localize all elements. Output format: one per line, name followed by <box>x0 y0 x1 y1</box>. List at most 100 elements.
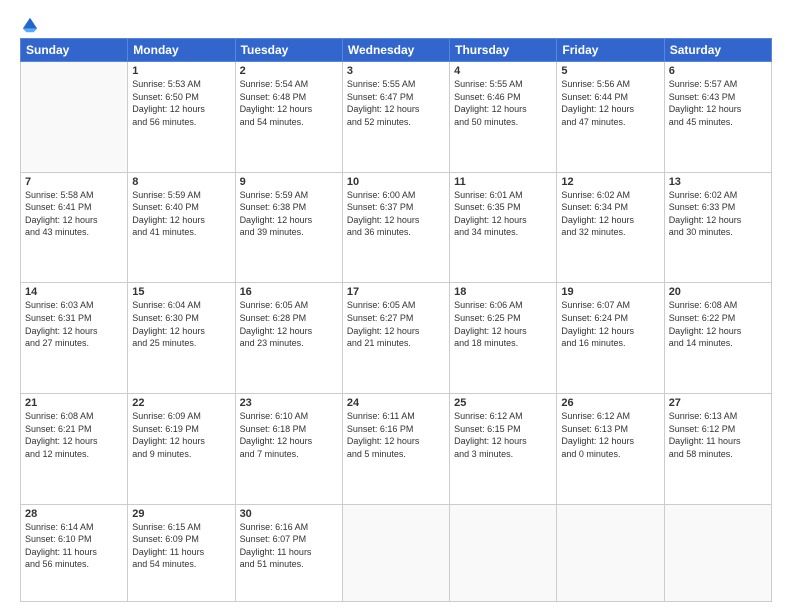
weekday-header-saturday: Saturday <box>664 39 771 62</box>
calendar-week-row: 21Sunrise: 6:08 AM Sunset: 6:21 PM Dayli… <box>21 393 772 504</box>
day-number: 14 <box>25 286 123 298</box>
calendar-cell: 9Sunrise: 5:59 AM Sunset: 6:38 PM Daylig… <box>235 172 342 283</box>
calendar-cell: 7Sunrise: 5:58 AM Sunset: 6:41 PM Daylig… <box>21 172 128 283</box>
day-info: Sunrise: 6:02 AM Sunset: 6:34 PM Dayligh… <box>561 189 659 239</box>
day-number: 18 <box>454 286 552 298</box>
day-info: Sunrise: 5:59 AM Sunset: 6:38 PM Dayligh… <box>240 189 338 239</box>
calendar-week-row: 1Sunrise: 5:53 AM Sunset: 6:50 PM Daylig… <box>21 62 772 173</box>
calendar-cell: 27Sunrise: 6:13 AM Sunset: 6:12 PM Dayli… <box>664 393 771 504</box>
day-number: 28 <box>25 508 123 520</box>
weekday-header-thursday: Thursday <box>450 39 557 62</box>
day-number: 22 <box>132 397 230 409</box>
day-number: 9 <box>240 176 338 188</box>
calendar-cell <box>450 504 557 601</box>
day-number: 26 <box>561 397 659 409</box>
day-number: 17 <box>347 286 445 298</box>
day-info: Sunrise: 6:05 AM Sunset: 6:28 PM Dayligh… <box>240 299 338 349</box>
calendar-week-row: 14Sunrise: 6:03 AM Sunset: 6:31 PM Dayli… <box>21 283 772 394</box>
day-number: 1 <box>132 65 230 77</box>
weekday-header-monday: Monday <box>128 39 235 62</box>
day-info: Sunrise: 6:12 AM Sunset: 6:13 PM Dayligh… <box>561 410 659 460</box>
day-info: Sunrise: 5:57 AM Sunset: 6:43 PM Dayligh… <box>669 78 767 128</box>
calendar-cell: 13Sunrise: 6:02 AM Sunset: 6:33 PM Dayli… <box>664 172 771 283</box>
calendar-cell <box>342 504 449 601</box>
calendar-cell: 30Sunrise: 6:16 AM Sunset: 6:07 PM Dayli… <box>235 504 342 601</box>
day-number: 6 <box>669 65 767 77</box>
day-info: Sunrise: 6:04 AM Sunset: 6:30 PM Dayligh… <box>132 299 230 349</box>
calendar-cell: 24Sunrise: 6:11 AM Sunset: 6:16 PM Dayli… <box>342 393 449 504</box>
calendar-cell: 12Sunrise: 6:02 AM Sunset: 6:34 PM Dayli… <box>557 172 664 283</box>
day-number: 23 <box>240 397 338 409</box>
calendar-cell: 5Sunrise: 5:56 AM Sunset: 6:44 PM Daylig… <box>557 62 664 173</box>
day-number: 21 <box>25 397 123 409</box>
day-info: Sunrise: 6:11 AM Sunset: 6:16 PM Dayligh… <box>347 410 445 460</box>
weekday-header-wednesday: Wednesday <box>342 39 449 62</box>
calendar-cell: 28Sunrise: 6:14 AM Sunset: 6:10 PM Dayli… <box>21 504 128 601</box>
calendar-cell: 4Sunrise: 5:55 AM Sunset: 6:46 PM Daylig… <box>450 62 557 173</box>
calendar-cell: 26Sunrise: 6:12 AM Sunset: 6:13 PM Dayli… <box>557 393 664 504</box>
day-number: 11 <box>454 176 552 188</box>
calendar-cell: 29Sunrise: 6:15 AM Sunset: 6:09 PM Dayli… <box>128 504 235 601</box>
day-info: Sunrise: 6:00 AM Sunset: 6:37 PM Dayligh… <box>347 189 445 239</box>
weekday-header-friday: Friday <box>557 39 664 62</box>
calendar-cell <box>21 62 128 173</box>
day-info: Sunrise: 6:10 AM Sunset: 6:18 PM Dayligh… <box>240 410 338 460</box>
calendar-cell: 2Sunrise: 5:54 AM Sunset: 6:48 PM Daylig… <box>235 62 342 173</box>
day-number: 27 <box>669 397 767 409</box>
day-info: Sunrise: 6:03 AM Sunset: 6:31 PM Dayligh… <box>25 299 123 349</box>
calendar-cell: 11Sunrise: 6:01 AM Sunset: 6:35 PM Dayli… <box>450 172 557 283</box>
calendar-week-row: 7Sunrise: 5:58 AM Sunset: 6:41 PM Daylig… <box>21 172 772 283</box>
day-info: Sunrise: 6:16 AM Sunset: 6:07 PM Dayligh… <box>240 521 338 571</box>
day-info: Sunrise: 6:15 AM Sunset: 6:09 PM Dayligh… <box>132 521 230 571</box>
day-info: Sunrise: 6:08 AM Sunset: 6:21 PM Dayligh… <box>25 410 123 460</box>
calendar-cell: 20Sunrise: 6:08 AM Sunset: 6:22 PM Dayli… <box>664 283 771 394</box>
day-info: Sunrise: 6:07 AM Sunset: 6:24 PM Dayligh… <box>561 299 659 349</box>
calendar-cell: 22Sunrise: 6:09 AM Sunset: 6:19 PM Dayli… <box>128 393 235 504</box>
day-number: 15 <box>132 286 230 298</box>
calendar-table: SundayMondayTuesdayWednesdayThursdayFrid… <box>20 38 772 602</box>
calendar-cell: 6Sunrise: 5:57 AM Sunset: 6:43 PM Daylig… <box>664 62 771 173</box>
day-number: 30 <box>240 508 338 520</box>
calendar-cell: 23Sunrise: 6:10 AM Sunset: 6:18 PM Dayli… <box>235 393 342 504</box>
day-info: Sunrise: 6:08 AM Sunset: 6:22 PM Dayligh… <box>669 299 767 349</box>
calendar-cell: 25Sunrise: 6:12 AM Sunset: 6:15 PM Dayli… <box>450 393 557 504</box>
day-info: Sunrise: 5:54 AM Sunset: 6:48 PM Dayligh… <box>240 78 338 128</box>
calendar-cell <box>664 504 771 601</box>
day-info: Sunrise: 6:02 AM Sunset: 6:33 PM Dayligh… <box>669 189 767 239</box>
calendar-cell: 16Sunrise: 6:05 AM Sunset: 6:28 PM Dayli… <box>235 283 342 394</box>
logo-icon <box>21 16 39 34</box>
day-number: 4 <box>454 65 552 77</box>
day-info: Sunrise: 6:05 AM Sunset: 6:27 PM Dayligh… <box>347 299 445 349</box>
day-number: 13 <box>669 176 767 188</box>
calendar-cell: 10Sunrise: 6:00 AM Sunset: 6:37 PM Dayli… <box>342 172 449 283</box>
logo <box>20 18 39 30</box>
calendar-cell: 1Sunrise: 5:53 AM Sunset: 6:50 PM Daylig… <box>128 62 235 173</box>
calendar-cell: 3Sunrise: 5:55 AM Sunset: 6:47 PM Daylig… <box>342 62 449 173</box>
calendar-cell: 21Sunrise: 6:08 AM Sunset: 6:21 PM Dayli… <box>21 393 128 504</box>
calendar-cell: 14Sunrise: 6:03 AM Sunset: 6:31 PM Dayli… <box>21 283 128 394</box>
day-number: 29 <box>132 508 230 520</box>
weekday-header-sunday: Sunday <box>21 39 128 62</box>
day-info: Sunrise: 5:55 AM Sunset: 6:47 PM Dayligh… <box>347 78 445 128</box>
day-number: 3 <box>347 65 445 77</box>
day-number: 24 <box>347 397 445 409</box>
day-info: Sunrise: 5:58 AM Sunset: 6:41 PM Dayligh… <box>25 189 123 239</box>
day-info: Sunrise: 6:13 AM Sunset: 6:12 PM Dayligh… <box>669 410 767 460</box>
day-info: Sunrise: 6:06 AM Sunset: 6:25 PM Dayligh… <box>454 299 552 349</box>
day-number: 5 <box>561 65 659 77</box>
calendar-cell: 17Sunrise: 6:05 AM Sunset: 6:27 PM Dayli… <box>342 283 449 394</box>
day-number: 8 <box>132 176 230 188</box>
calendar-cell: 18Sunrise: 6:06 AM Sunset: 6:25 PM Dayli… <box>450 283 557 394</box>
day-info: Sunrise: 5:53 AM Sunset: 6:50 PM Dayligh… <box>132 78 230 128</box>
day-info: Sunrise: 6:09 AM Sunset: 6:19 PM Dayligh… <box>132 410 230 460</box>
day-number: 20 <box>669 286 767 298</box>
weekday-header-row: SundayMondayTuesdayWednesdayThursdayFrid… <box>21 39 772 62</box>
day-number: 25 <box>454 397 552 409</box>
day-info: Sunrise: 5:56 AM Sunset: 6:44 PM Dayligh… <box>561 78 659 128</box>
calendar-week-row: 28Sunrise: 6:14 AM Sunset: 6:10 PM Dayli… <box>21 504 772 601</box>
day-number: 16 <box>240 286 338 298</box>
calendar-cell: 8Sunrise: 5:59 AM Sunset: 6:40 PM Daylig… <box>128 172 235 283</box>
calendar-cell: 19Sunrise: 6:07 AM Sunset: 6:24 PM Dayli… <box>557 283 664 394</box>
calendar-cell: 15Sunrise: 6:04 AM Sunset: 6:30 PM Dayli… <box>128 283 235 394</box>
day-info: Sunrise: 5:59 AM Sunset: 6:40 PM Dayligh… <box>132 189 230 239</box>
